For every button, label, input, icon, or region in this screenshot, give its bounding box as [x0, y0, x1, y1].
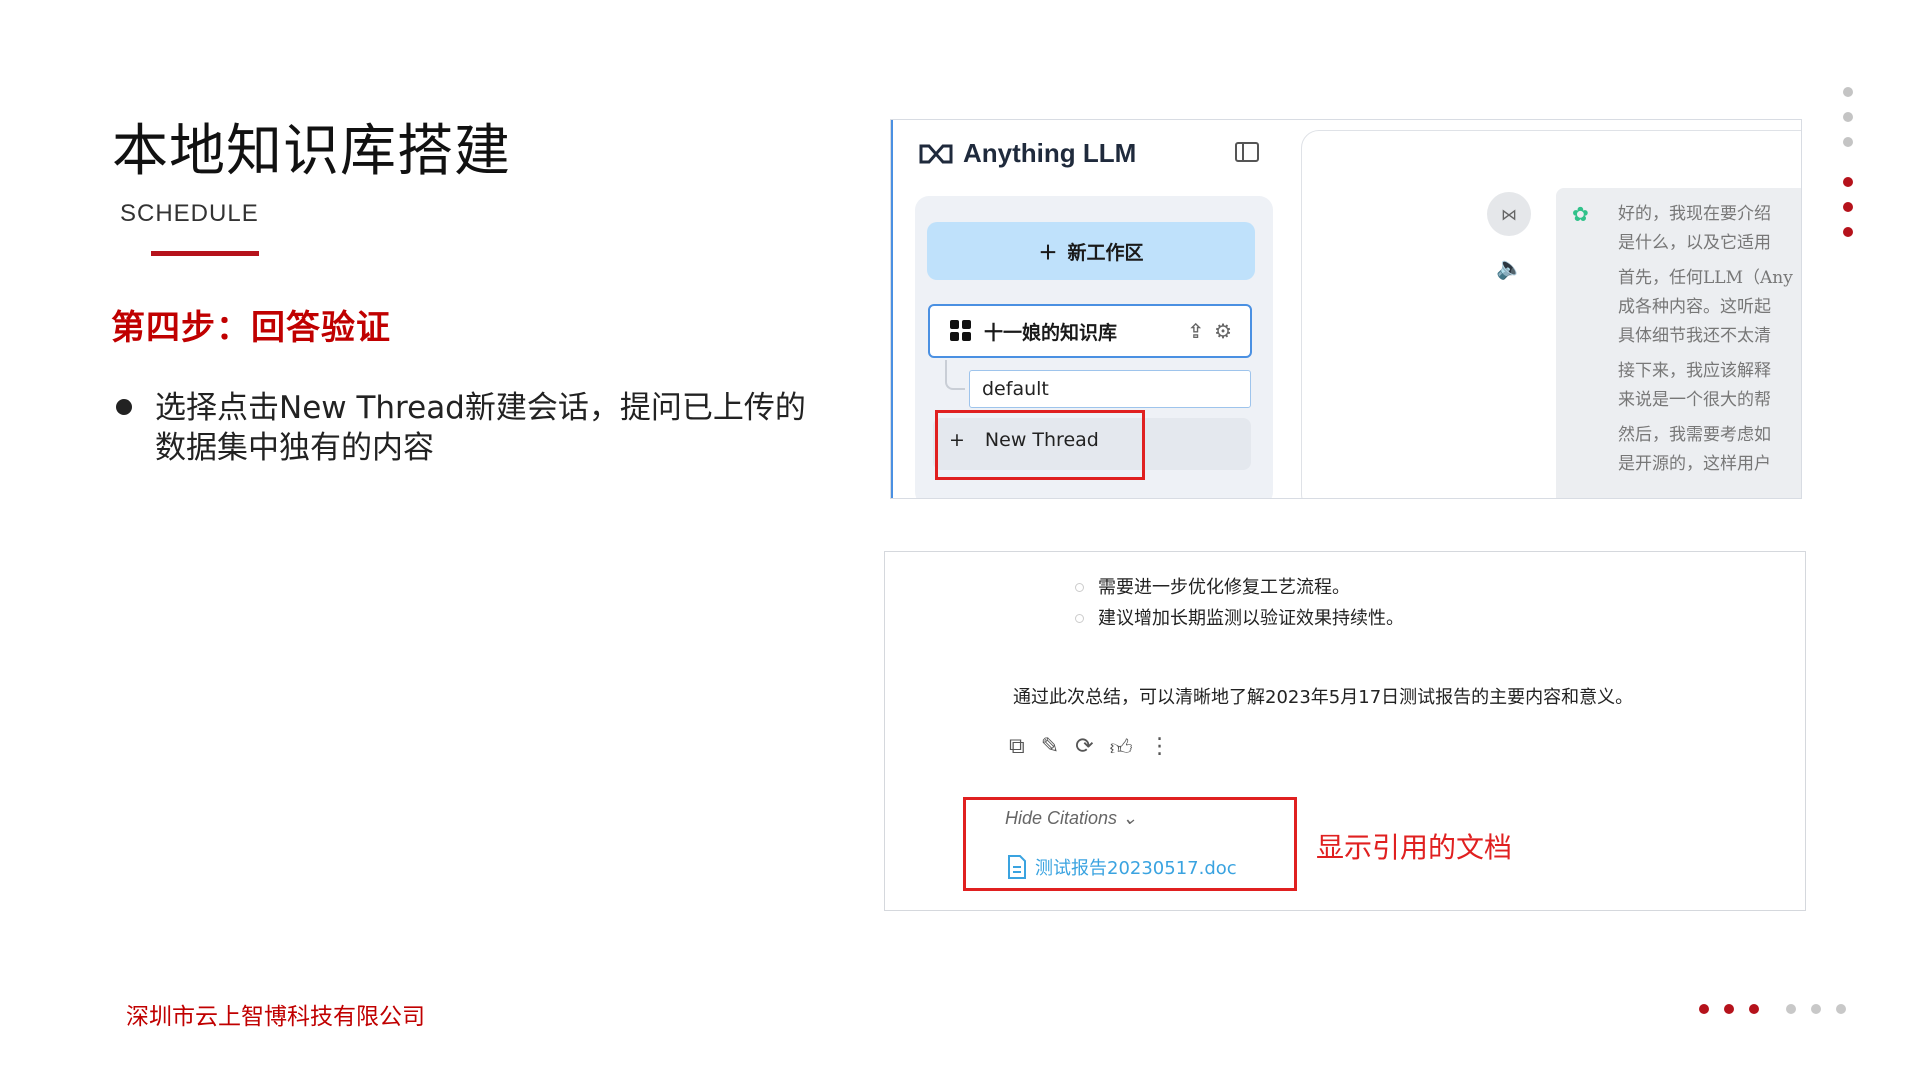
step-title: 第四步：回答验证: [111, 308, 391, 348]
workspace-item[interactable]: 十一娘的知识库 ⇪ ⚙: [928, 304, 1252, 358]
pager-dot: [1699, 1004, 1709, 1014]
app-name: Anything LLM: [963, 138, 1137, 168]
highlight-box-new-thread: [935, 410, 1145, 480]
grid-icon: [950, 320, 971, 341]
nav-dot: [1843, 227, 1853, 237]
title-underline: [151, 251, 259, 256]
nav-dot: [1843, 177, 1853, 187]
plus-icon: ＋: [1038, 241, 1058, 264]
assistant-reply-text: 好的，我现在要介绍 是什么，以及它适用 首先，任何LLM（Any 成各种内容。这听起…: [1618, 204, 1793, 474]
pager-dot: [1811, 1004, 1821, 1014]
nav-dot: [1843, 137, 1853, 147]
assistant-reply-pane: ✿ 好的，我现在要介绍 是什么，以及它适用 首先，任何LLM（Any 成各种内容。这…: [1556, 188, 1801, 498]
speaker-icon[interactable]: 🔈: [1496, 256, 1523, 281]
more-icon[interactable]: ⋮: [1149, 734, 1171, 761]
upload-icon[interactable]: ⇪: [1187, 319, 1204, 343]
sidebar-toggle-icon[interactable]: [1235, 142, 1259, 162]
citation-annotation: 显示引用的文档: [1316, 831, 1513, 864]
copy-icon[interactable]: ⧉: [1009, 734, 1025, 761]
nav-dot: [1843, 112, 1853, 122]
pager-dot: [1724, 1004, 1734, 1014]
edit-icon[interactable]: ✎: [1041, 734, 1059, 761]
thread-connector: [945, 360, 965, 390]
app-logo: Anything LLM: [919, 138, 1136, 169]
highlight-box-citations: [963, 797, 1297, 891]
screenshot-sidebar: Anything LLM ＋ 新工作区 十一娘的知识库 ⇪ ⚙ default …: [890, 119, 1802, 499]
list-item: 建议增加长期监测以验证效果持续性。: [1075, 603, 1404, 634]
brain-icon: ✿: [1572, 202, 1589, 226]
answer-summary: 通过此次总结，可以清晰地了解2023年5月17日测试报告的主要内容和意义。: [1013, 687, 1634, 708]
sidebar: Anything LLM ＋ 新工作区 十一娘的知识库 ⇪ ⚙ default …: [891, 120, 1293, 498]
anythingllm-logo-icon: [919, 144, 953, 163]
message-actions: ⧉ ✎ ⟳ 👍︎ ⋮: [1009, 734, 1171, 761]
regenerate-icon[interactable]: ⟳: [1075, 734, 1093, 761]
list-item: 需要进一步优化修复工艺流程。: [1075, 572, 1404, 603]
pager-dot: [1786, 1004, 1796, 1014]
nav-dot: [1843, 87, 1853, 97]
new-workspace-label: 新工作区: [1067, 241, 1144, 264]
new-workspace-button[interactable]: ＋ 新工作区: [927, 222, 1255, 280]
pager-dot: [1749, 1004, 1759, 1014]
assistant-avatar: ⋈: [1487, 192, 1531, 236]
thumbs-up-icon[interactable]: 👍︎: [1110, 734, 1133, 761]
page-title: 本地知识库搭建: [112, 119, 511, 184]
pager-dot: [1836, 1004, 1846, 1014]
thread-default[interactable]: default: [969, 370, 1251, 408]
gear-icon[interactable]: ⚙: [1214, 319, 1232, 343]
company-name: 深圳市云上智博科技有限公司: [126, 1004, 425, 1030]
bullet-text: 选择点击New Thread新建会话，提问已上传的数据集中独有的内容: [155, 390, 806, 466]
workspace-name: 十一娘的知识库: [984, 321, 1118, 344]
answer-bullets: 需要进一步优化修复工艺流程。 建议增加长期监测以验证效果持续性。: [1075, 572, 1404, 634]
page-subtitle: SCHEDULE: [120, 200, 259, 227]
bullet-dot: [116, 399, 132, 415]
nav-dot: [1843, 202, 1853, 212]
